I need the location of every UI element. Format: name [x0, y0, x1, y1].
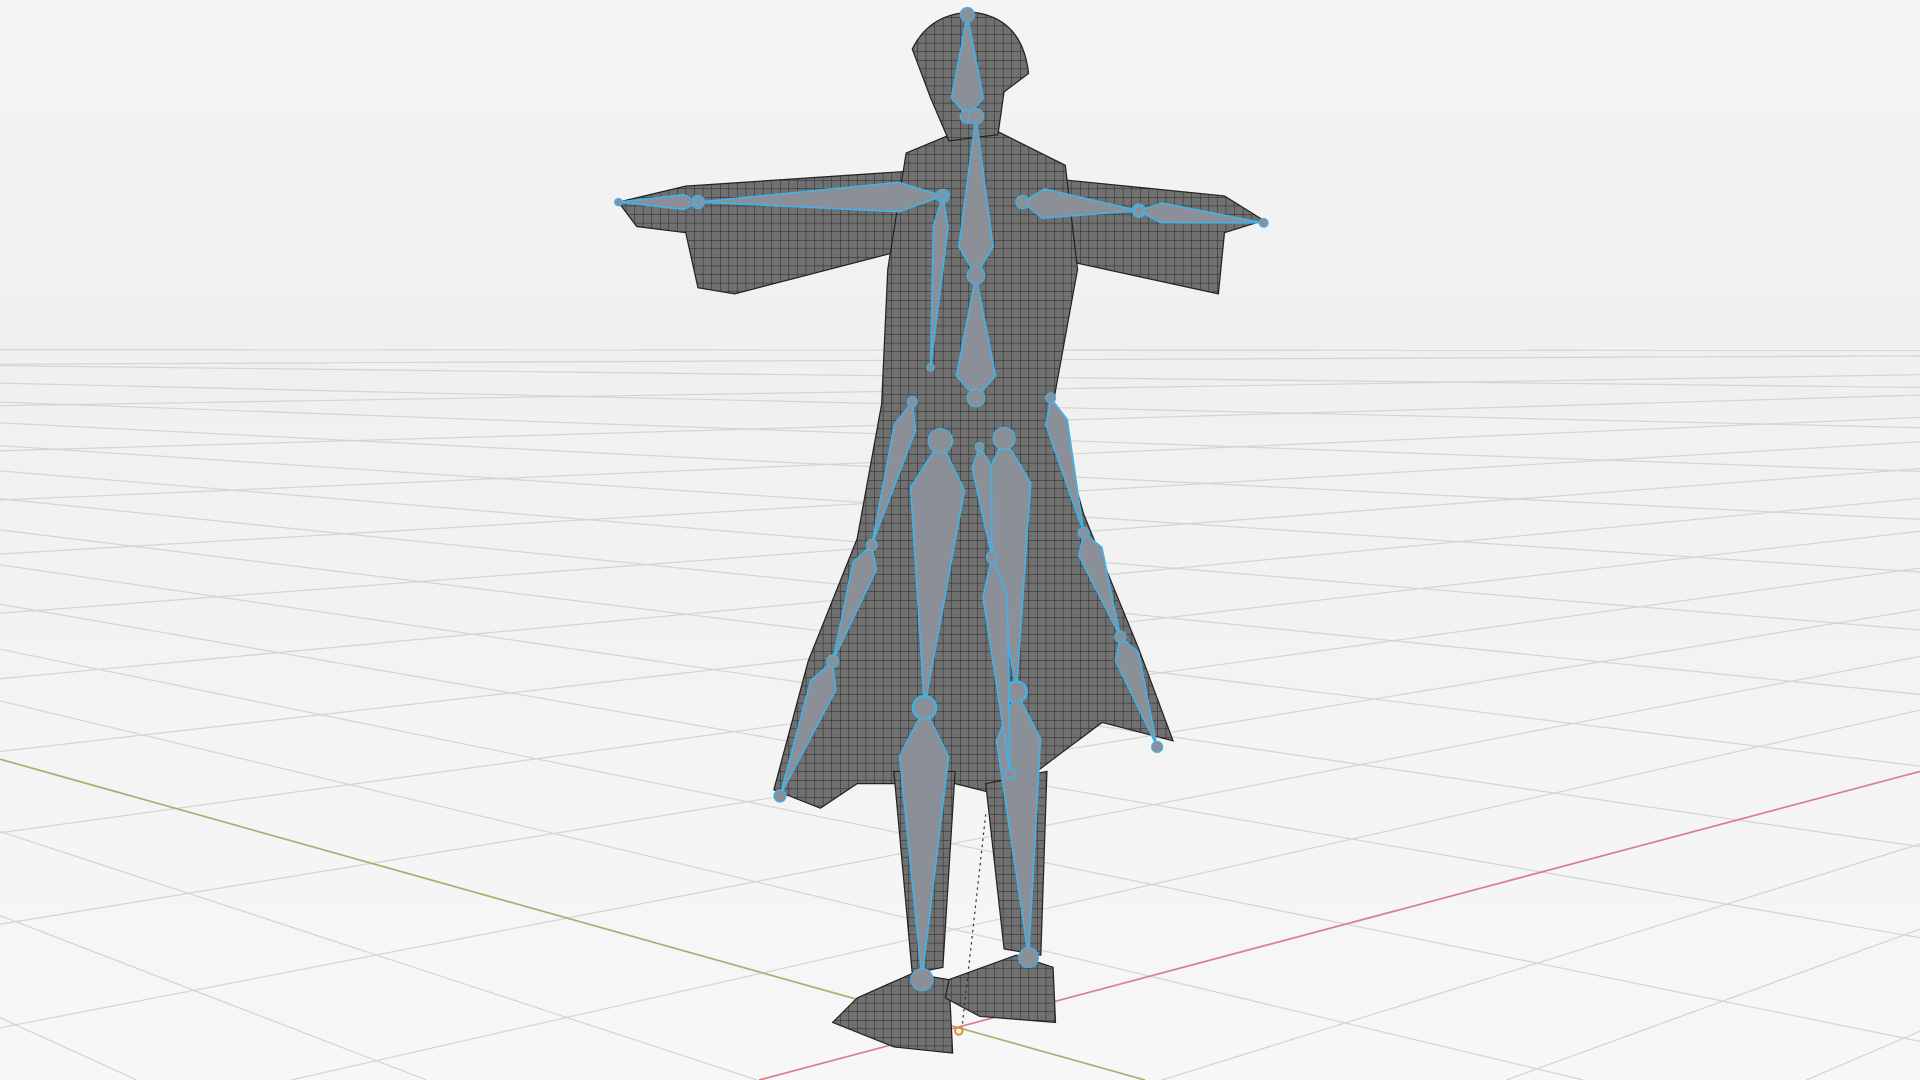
bone-joint[interactable] [1114, 630, 1127, 643]
bone-joint[interactable] [966, 266, 986, 285]
bone-joint[interactable] [773, 789, 787, 803]
3d-viewport[interactable] [0, 0, 1920, 1080]
bone-joint[interactable] [1045, 392, 1057, 404]
bone-joint[interactable] [693, 197, 703, 207]
bone-joint[interactable] [614, 197, 623, 207]
bone-joint[interactable] [910, 967, 934, 992]
bone-joint[interactable] [959, 6, 976, 23]
bone-joint[interactable] [1018, 947, 1040, 969]
bone-joint[interactable] [927, 428, 954, 454]
bone-joint[interactable] [1077, 526, 1090, 539]
bone-joint[interactable] [912, 696, 937, 720]
bone-joint[interactable] [926, 363, 935, 372]
bone-joint[interactable] [1004, 767, 1017, 780]
bone-joint[interactable] [1015, 194, 1030, 210]
bone-joint[interactable] [825, 654, 840, 668]
bone-joint[interactable] [1258, 217, 1269, 228]
bone-joint[interactable] [1151, 740, 1164, 754]
bone-joint[interactable] [966, 388, 986, 408]
bone-joint[interactable] [974, 441, 985, 452]
bone-joint[interactable] [906, 396, 918, 408]
bone-joint[interactable] [967, 107, 985, 125]
bone-joint[interactable] [938, 191, 948, 201]
bone-joint[interactable] [985, 551, 998, 564]
bone-joint[interactable] [1133, 205, 1144, 216]
bone-joint[interactable] [865, 538, 878, 552]
bone-joint[interactable] [992, 426, 1016, 451]
viewport-canvas[interactable] [0, 0, 1920, 1080]
